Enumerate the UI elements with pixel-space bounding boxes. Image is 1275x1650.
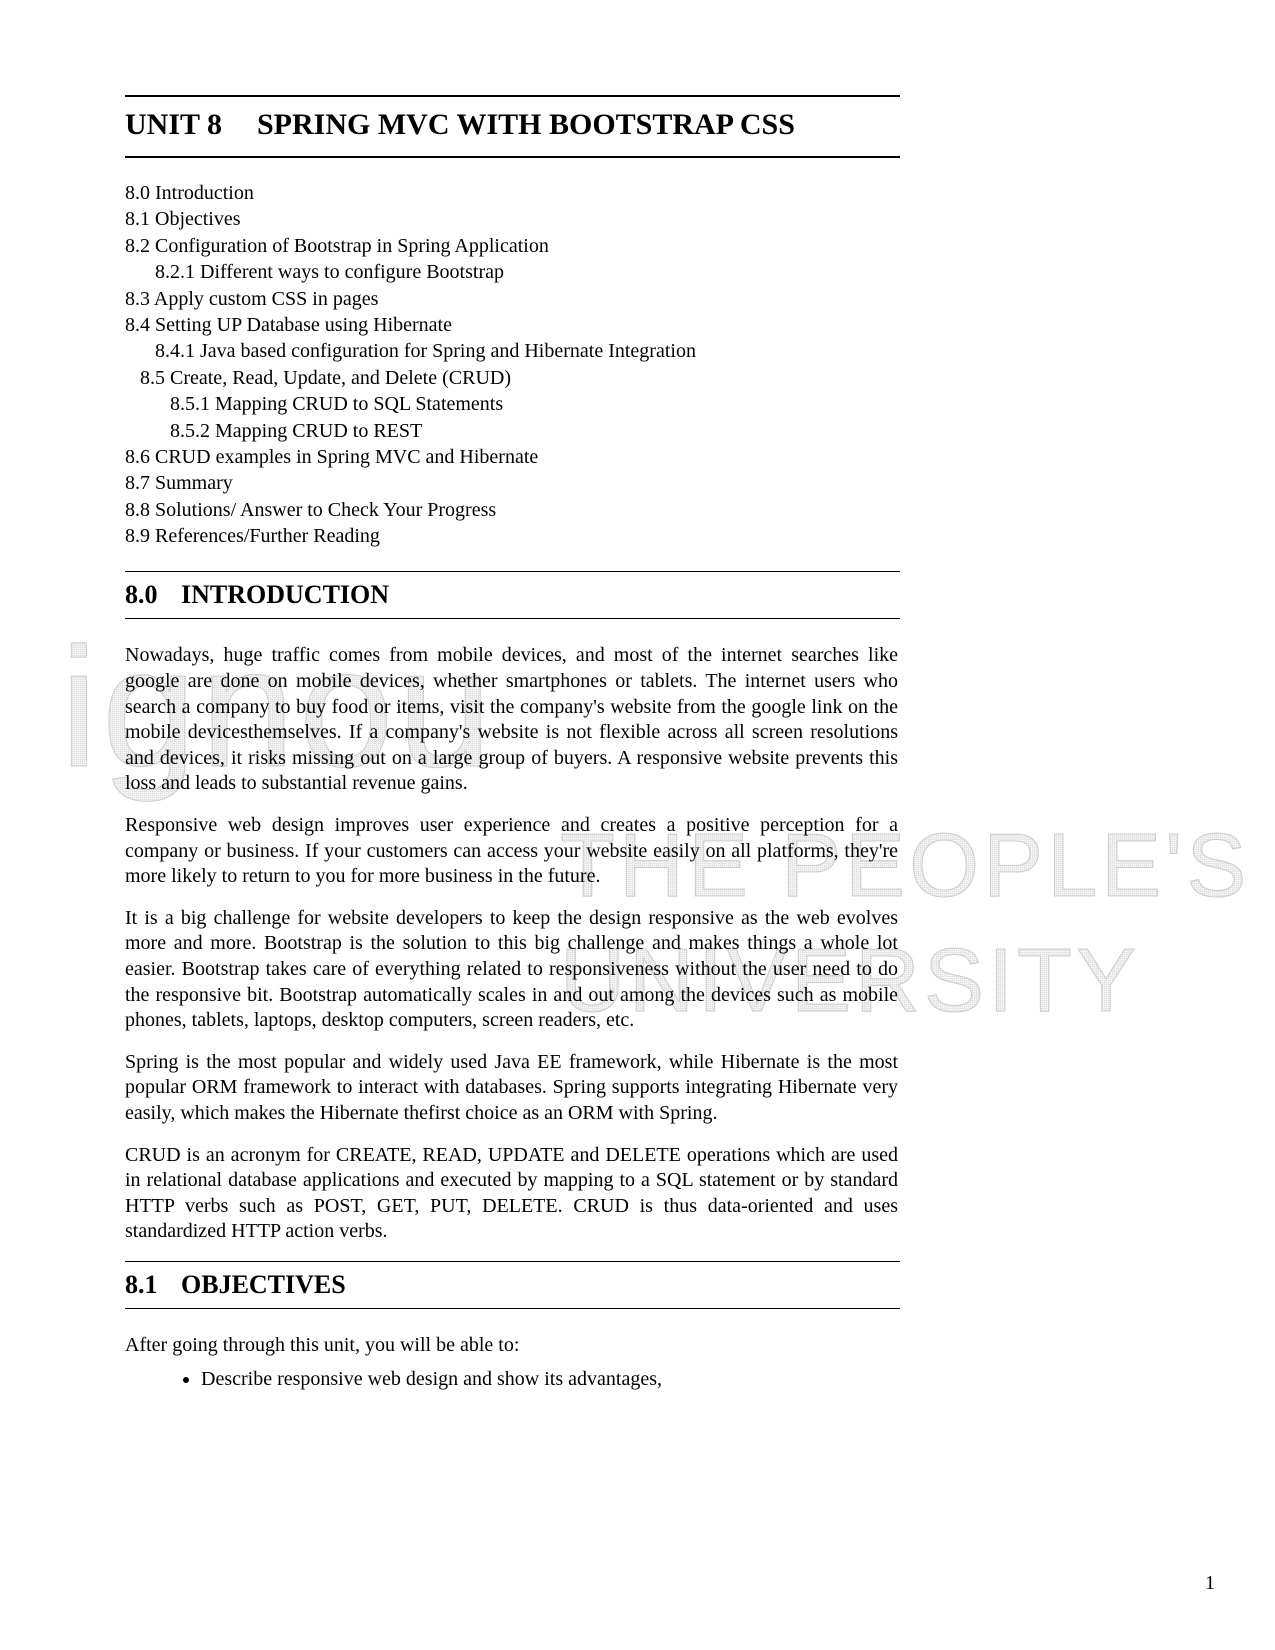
toc-item: 8.9 References/Further Reading [125,523,900,549]
section-heading-introduction: 8.0 INTRODUCTION [125,571,900,619]
objectives-list: Describe responsive web design and show … [181,1367,900,1393]
body-paragraph: Spring is the most popular and widely us… [125,1050,898,1127]
toc-item: 8.1 Objectives [125,206,900,232]
body-paragraph: Responsive web design improves user expe… [125,813,898,890]
toc-item: 8.8 Solutions/ Answer to Check Your Prog… [125,497,900,523]
toc-item: 8.4 Setting UP Database using Hibernate [125,312,900,338]
section-number: 8.1 [125,1270,181,1300]
toc-item: 8.5.1 Mapping CRUD to SQL Statements [125,391,900,417]
objectives-intro: After going through this unit, you will … [125,1333,898,1359]
unit-title-text: SPRING MVC WITH BOOTSTRAP CSS [257,105,795,144]
list-item: Describe responsive web design and show … [201,1367,900,1393]
toc-item: 8.2.1 Different ways to configure Bootst… [125,259,900,285]
toc-item: 8.6 CRUD examples in Spring MVC and Hibe… [125,444,900,470]
toc-item: 8.5 Create, Read, Update, and Delete (CR… [125,365,900,391]
toc-item: 8.2 Configuration of Bootstrap in Spring… [125,233,900,259]
body-paragraph: Nowadays, huge traffic comes from mobile… [125,643,898,797]
body-paragraph: It is a big challenge for website develo… [125,906,898,1034]
section-label: OBJECTIVES [181,1270,346,1300]
toc-item: 8.0 Introduction [125,180,900,206]
table-of-contents: 8.0 Introduction 8.1 Objectives 8.2 Conf… [125,180,900,549]
toc-item: 8.7 Summary [125,470,900,496]
section-number: 8.0 [125,580,181,610]
section-label: INTRODUCTION [181,580,389,610]
toc-item: 8.3 Apply custom CSS in pages [125,286,900,312]
unit-title-block: UNIT 8 SPRING MVC WITH BOOTSTRAP CSS [125,95,900,158]
toc-item: 8.4.1 Java based configuration for Sprin… [125,338,900,364]
toc-item: 8.5.2 Mapping CRUD to REST [125,418,900,444]
section-heading-objectives: 8.1 OBJECTIVES [125,1261,900,1309]
unit-number: UNIT 8 [125,105,233,144]
body-paragraph: CRUD is an acronym for CREATE, READ, UPD… [125,1143,898,1245]
page-number: 1 [1205,1572,1215,1595]
